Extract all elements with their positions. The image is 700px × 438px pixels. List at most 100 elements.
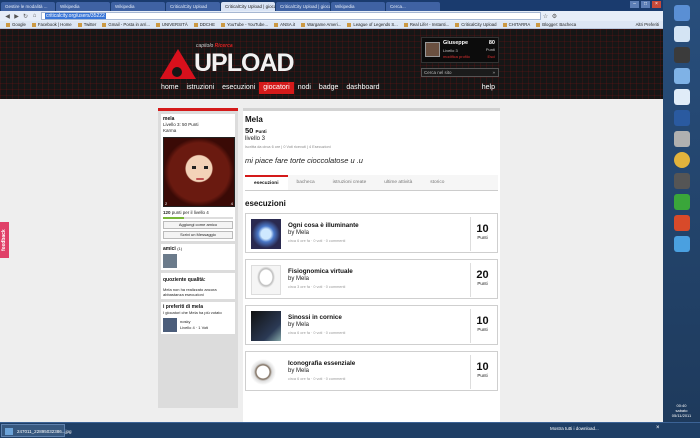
execution-title[interactable]: Fisiognomica virtuale [288,268,353,275]
dark-screen-icon[interactable] [251,311,281,341]
star-icon[interactable]: ☆ [541,13,550,20]
bookmark-item[interactable]: Blogger: Bacheca [536,22,576,27]
tab-ultime-attivita[interactable]: ultime attività [375,175,421,190]
bookmark-item[interactable]: YouTube - YouTube... [220,22,268,27]
browser-tab[interactable]: Wikipedia [111,2,165,11]
back-icon[interactable]: ◀ [3,13,12,20]
minimize-icon[interactable]: – [630,1,639,8]
menu-item-help[interactable]: help [478,82,499,94]
bookmark-item[interactable]: League of Legends S... [347,22,398,27]
browser-tab[interactable]: CriticalCity Upload [166,2,220,11]
bookmark-icon [536,22,541,27]
profile-card: mela Livello 3: 50 Punti Karma 2 4 120 p… [161,114,235,241]
execution-title[interactable]: Iconografia essenziale [288,360,355,367]
menu-item-giocatori[interactable]: giocatori [259,82,294,94]
toy-dog-icon[interactable] [251,357,281,387]
logout-link[interactable]: Esci [487,54,495,59]
execution-card[interactable]: Fisiognomica virtuale by Mela circa 3 or… [245,259,498,299]
execution-title[interactable]: Sinossi in cornice [288,314,342,321]
clock[interactable]: 00:40 sabato 05/11/2011 [665,403,698,418]
close-icon[interactable]: × [652,1,661,8]
menu-item-nodi[interactable]: nodi [294,82,315,94]
search-go-icon[interactable]: » [492,69,495,76]
bookmark-item[interactable]: Wargame Ameri... [301,22,341,27]
execution-author[interactable]: by Mela [288,230,309,236]
app-icon[interactable] [673,68,690,84]
quality-panel: quoziente qualità: Mela non ha realizzat… [161,273,235,299]
portrait-num-left: 2 [165,201,168,206]
site-logo[interactable]: capitolo Ricerca UPLOAD [160,35,295,81]
bookmark-item[interactable]: CriticalCity Upload [455,22,497,27]
tab-esecuzioni[interactable]: esecuzioni [245,175,288,190]
app-icon[interactable] [673,47,690,63]
browser-tab[interactable]: Wikipedia [331,2,385,11]
level-progress-track [163,217,233,219]
execution-meta: circa 3 ore fa · 0 voti · 0 commenti [288,285,346,289]
forward-icon[interactable]: ▶ [12,13,21,20]
friend-avatar[interactable] [163,254,177,268]
tab-bacheca[interactable]: bacheca [288,175,324,190]
menu-item-dashboard[interactable]: dashboard [342,82,383,94]
menu-item-esecuzioni[interactable]: esecuzioni [218,82,259,94]
other-bookmarks[interactable]: Altri Preferiti [636,21,659,29]
app-icon[interactable] [673,131,690,147]
app-icon[interactable] [673,110,690,126]
wrench-icon[interactable]: ⚙ [550,13,559,20]
main-menu: home istruzioni esecuzioni giocatori nod… [157,82,499,94]
execution-author[interactable]: by Mela [288,368,309,374]
favorite-item[interactable]: nosky Livello 4 · 1 Voti [163,318,233,332]
bookmark-item[interactable]: CHITARRA [502,22,530,27]
sketch-portrait-icon[interactable] [251,265,281,295]
send-message-button[interactable]: Scrivi un Messaggio [163,231,233,239]
menu-item-istruzioni[interactable]: istruzioni [183,82,219,94]
download-item[interactable]: 247011_22895032386...jpg [1,424,71,437]
search-input[interactable]: Cerca nel sito » [421,68,499,77]
reload-icon[interactable]: ↻ [21,13,30,20]
maximize-icon[interactable]: □ [641,1,650,8]
browser-tab[interactable]: CriticalCity Upload | gioca... [276,2,330,11]
app-icon[interactable] [673,194,690,210]
browser-tab-active[interactable]: CriticalCity Upload | gioca... [221,2,275,11]
execution-author[interactable]: by Mela [288,276,309,282]
bookmark-item[interactable]: Twitter [77,22,96,27]
glowing-sphere-icon[interactable] [251,219,281,249]
bookmark-item[interactable]: Gmail - Posta in arri... [102,22,150,27]
bookmark-item[interactable]: Real Life! - Instanti... [403,22,449,27]
app-icon[interactable] [673,89,690,105]
execution-score: 10 Punti [470,217,494,251]
home-icon[interactable]: ⌂ [30,13,39,19]
menu-item-home[interactable]: home [157,82,183,94]
execution-author[interactable]: by Mela [288,322,309,328]
avatar[interactable] [425,42,440,57]
chrome-icon[interactable] [673,152,690,168]
bookmark-item[interactable]: Google [6,22,26,27]
edit-profile-link[interactable]: modifica profilo [443,54,470,59]
bookmark-item[interactable]: ANSA.it [274,22,295,27]
close-downloads-icon[interactable]: × [656,425,660,431]
browser-tab[interactable]: Cerca... [386,2,440,11]
user-name[interactable]: Giuseppe [443,40,468,46]
bookmark-item[interactable]: UNIVERSITÀ [155,22,188,27]
address-bar[interactable]: criticalcity.org/users/35222 [41,12,541,20]
add-friend-button[interactable]: Aggiungi come amico [163,221,233,229]
app-icon[interactable] [673,173,690,189]
profile-main: Mela 50 Punti livello 3 Iscritta da circ… [243,108,500,422]
execution-title[interactable]: Ogni cosa è illuminante [288,222,359,229]
tab-istruzioni-create[interactable]: istruzioni create [324,175,376,190]
bookmark-item[interactable]: Facebook | Home [31,22,72,27]
app-icon[interactable] [673,5,690,21]
skype-icon[interactable] [673,236,690,252]
friends-title: amici (1) [163,246,183,252]
browser-tab[interactable]: Wikipedia [56,2,110,11]
browser-tab[interactable]: Gestire le modalità ... [1,2,55,11]
execution-card[interactable]: Iconografia essenziale by Mela circa 6 o… [245,351,498,391]
show-all-downloads-link[interactable]: Mostra tutti i download... [550,426,599,431]
feedback-tab[interactable]: feedback [0,222,9,258]
tab-storico[interactable]: storico [421,175,453,190]
execution-card[interactable]: Sinossi in cornice by Mela circa 6 ore f… [245,305,498,345]
app-icon[interactable] [673,26,690,42]
execution-card[interactable]: Ogni cosa è illuminante by Mela circa 6 … [245,213,498,253]
menu-item-badge[interactable]: badge [315,82,342,94]
app-icon[interactable] [673,215,690,231]
bookmark-item[interactable]: DDCHE [193,22,215,27]
